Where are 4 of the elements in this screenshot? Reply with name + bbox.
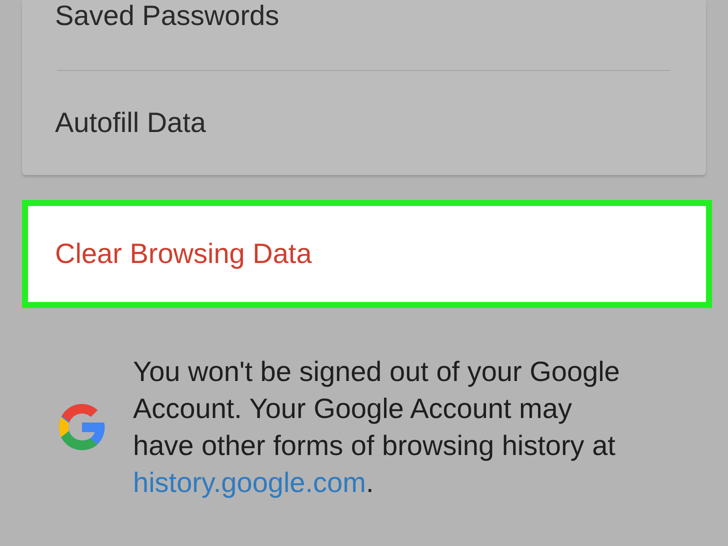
clear-browsing-data-item[interactable]: Clear Browsing Data [22,200,712,308]
notice-text: You won't be signed out of your Google Account. Your Google Account may have other forms of browsing history at history.google.com. [133,355,621,500]
settings-item[interactable]: Autofill Data [55,107,206,139]
settings-item[interactable]: Saved Passwords [55,0,280,32]
